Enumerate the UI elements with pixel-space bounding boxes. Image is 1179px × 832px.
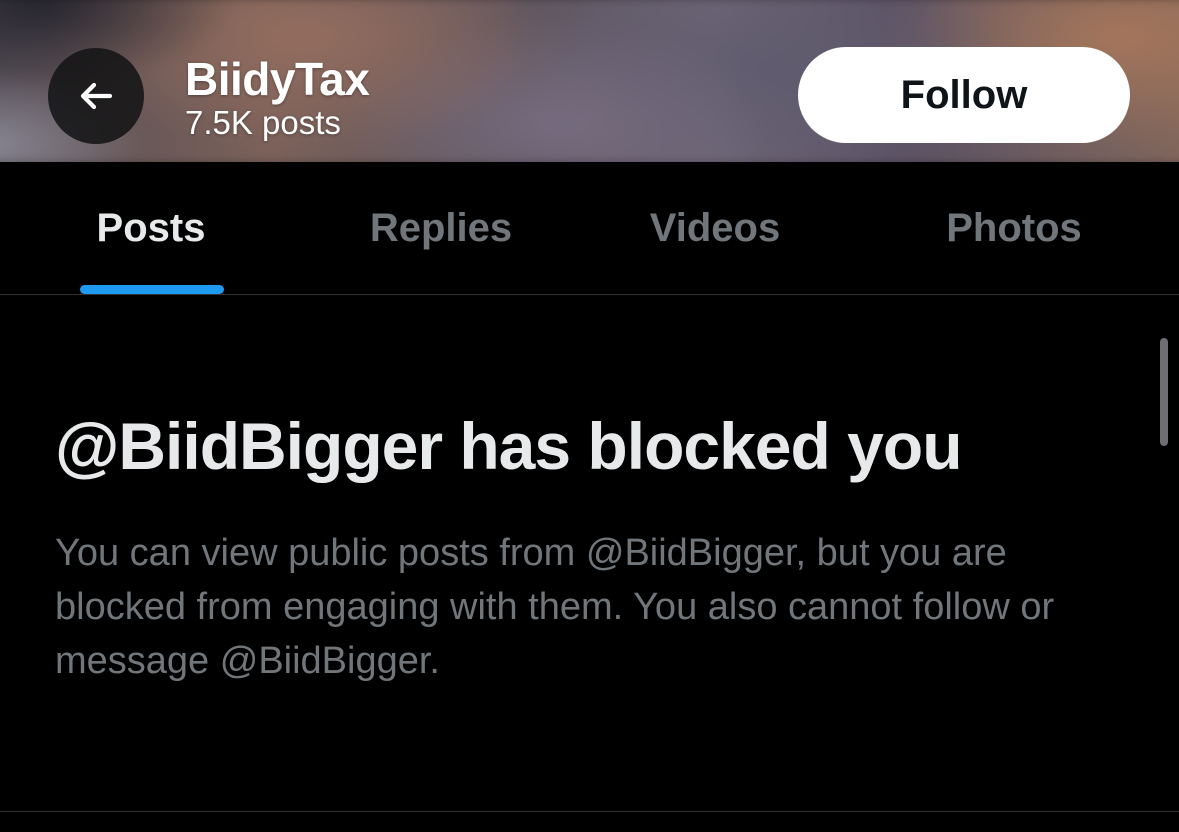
arrow-left-icon bbox=[76, 76, 116, 116]
blocked-description: You can view public posts from @BiidBigg… bbox=[55, 532, 1055, 682]
tab-photos[interactable]: Photos bbox=[903, 162, 1125, 294]
tab-posts[interactable]: Posts bbox=[40, 162, 262, 294]
follow-button[interactable]: Follow bbox=[798, 47, 1130, 143]
back-button[interactable] bbox=[48, 48, 144, 144]
profile-header: BiidyTax 7.5K posts Follow bbox=[0, 0, 1179, 162]
divider bbox=[0, 811, 1179, 812]
tab-videos[interactable]: Videos bbox=[604, 162, 826, 294]
blocked-title: @BiidBigger has blocked you bbox=[55, 409, 963, 483]
active-tab-indicator bbox=[80, 285, 224, 294]
tab-replies[interactable]: Replies bbox=[330, 162, 552, 294]
profile-name: BiidyTax bbox=[185, 53, 370, 105]
post-count: 7.5K posts bbox=[185, 104, 341, 141]
scrollbar[interactable] bbox=[1160, 338, 1168, 446]
profile-tabs: Posts Replies Videos Photos bbox=[0, 162, 1179, 295]
